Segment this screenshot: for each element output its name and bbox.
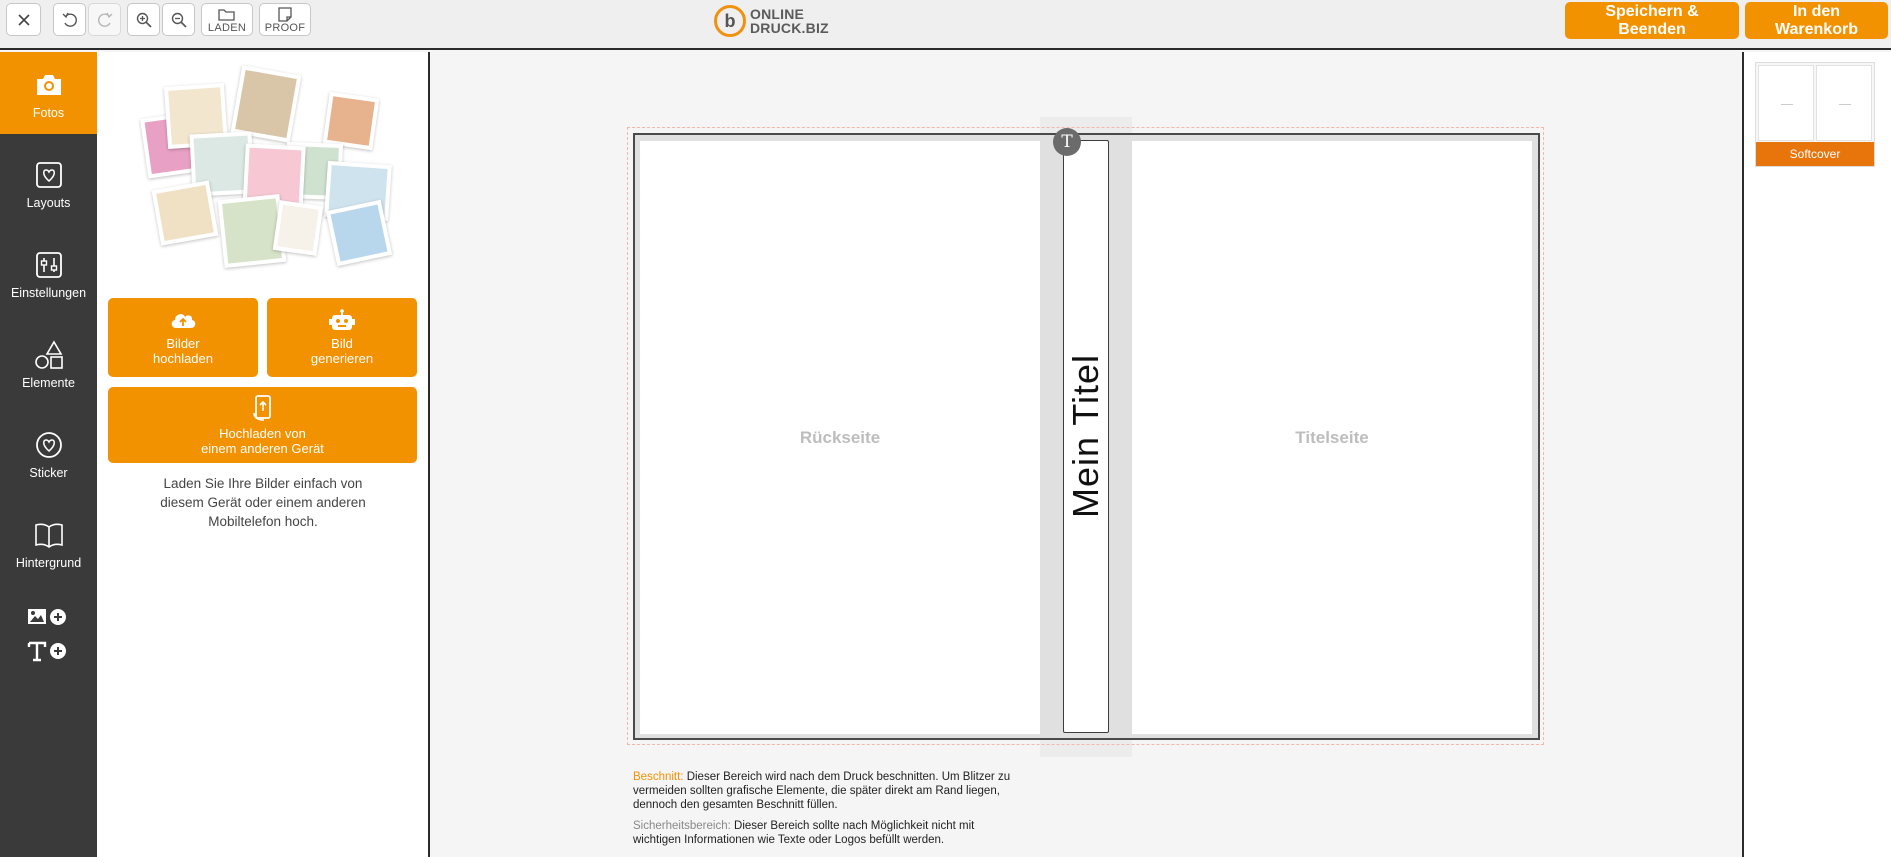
safety-note-key: Sicherheitsbereich:: [633, 820, 731, 832]
proof-button[interactable]: PROOF: [259, 3, 311, 36]
save-and-exit-button[interactable]: Speichern & Beenden: [1565, 2, 1739, 39]
bleed-note-text2: vermeiden sollten grafische Elemente, di…: [633, 785, 1000, 797]
other-device-label-line2: einem anderen Gerät: [201, 440, 324, 456]
load-button[interactable]: LADEN: [201, 3, 253, 36]
sidebar-item-fotos[interactable]: Fotos: [0, 52, 97, 134]
sidebar-item-label: Hintergrund: [15, 556, 82, 570]
page-thumbnail[interactable]: Softcover: [1755, 62, 1875, 167]
sticker-icon: [35, 432, 62, 458]
camera-icon: [36, 75, 61, 95]
generate-label-line2: generieren: [310, 351, 374, 366]
front-page-label: Titelseite: [1295, 427, 1369, 447]
front-page[interactable]: Titelseite: [1132, 141, 1532, 734]
text-handle-icon[interactable]: T: [1053, 128, 1081, 156]
settings-icon: [35, 252, 62, 278]
sidebar-item-label: Fotos: [32, 106, 65, 120]
zoom-in-icon: [136, 12, 152, 28]
bleed-note-text1: Dieser Bereich wird nach dem Druck besch…: [683, 771, 1011, 783]
sidebar-item-label: Elemente: [22, 376, 75, 390]
upload-label-line2: hochladen: [153, 351, 213, 366]
zoom-out-icon: [171, 12, 187, 28]
safety-note-text1: Dieser Bereich sollte nach Möglichkeit n…: [730, 820, 975, 832]
logo-icon: b: [714, 5, 746, 37]
undo-icon: [62, 12, 77, 27]
description-line1: Laden Sie Ihre Bilder einfach von: [163, 476, 363, 491]
zoom-in-button[interactable]: [127, 3, 160, 36]
upload-images-button[interactable]: Bilder hochladen: [108, 298, 258, 377]
add-image-icon: [28, 609, 66, 625]
cloud-upload-icon: [171, 314, 196, 328]
spine-title[interactable]: Mein Titel: [1065, 354, 1107, 518]
sidebar-item-einstellungen[interactable]: Einstellungen: [0, 232, 97, 314]
sidebar: Fotos Layouts Einstellungen Elemente Sti…: [0, 52, 97, 857]
redo-icon: [97, 12, 112, 27]
description-line2: diesem Gerät oder einem anderen: [160, 495, 366, 510]
close-button[interactable]: [6, 3, 41, 36]
description-line3: Mobiltelefon hoch.: [208, 514, 318, 529]
safety-note-text2: wichtigen Informationen wie Texte oder L…: [633, 834, 945, 846]
bleed-note-text3: dennoch den gesamten Beschnitt füllen.: [633, 799, 838, 811]
sidebar-item-label: Layouts: [26, 196, 71, 210]
bleed-note: Beschnitt: Dieser Bereich wird nach dem …: [633, 770, 1063, 812]
folder-icon: [218, 9, 235, 21]
load-label: LADEN: [207, 22, 247, 34]
add-image-button[interactable]: [27, 607, 69, 632]
sidebar-item-label: Sticker: [29, 466, 68, 480]
upload-label-line1: Bilder: [166, 336, 200, 351]
sidebar-item-elemente[interactable]: Elemente: [0, 322, 97, 404]
add-text-button[interactable]: [27, 640, 69, 667]
sidebar-item-layouts[interactable]: Layouts: [0, 142, 97, 224]
top-toolbar: LADEN PROOF b ONLINE DRUCK.BIZ Speichern…: [0, 0, 1891, 50]
upload-description: Laden Sie Ihre Bilder einfach von diesem…: [108, 474, 418, 531]
bleed-note-key: Beschnitt:: [633, 771, 684, 783]
thumbnail-caption: Softcover: [1756, 142, 1874, 166]
document-icon: [278, 7, 292, 22]
logo: b ONLINE DRUCK.BIZ: [714, 3, 829, 39]
undo-button[interactable]: [53, 3, 86, 36]
generate-image-button[interactable]: Bild generieren: [267, 298, 417, 377]
robot-icon: [329, 309, 355, 330]
sidebar-item-hintergrund[interactable]: Hintergrund: [0, 502, 97, 584]
add-text-icon: [27, 641, 66, 662]
safety-note: Sicherheitsbereich: Dieser Bereich sollt…: [633, 819, 1063, 847]
book-icon: [34, 523, 63, 548]
other-device-label-line1: Hochladen von: [219, 425, 306, 441]
close-icon: [17, 13, 30, 26]
add-to-cart-button[interactable]: In den Warenkorb: [1745, 2, 1888, 39]
logo-line1: ONLINE: [750, 6, 805, 22]
sidebar-item-sticker[interactable]: Sticker: [0, 412, 97, 494]
logo-line2: DRUCK.BIZ: [750, 20, 829, 36]
shapes-icon: [34, 340, 63, 369]
phone-upload-icon: [252, 394, 271, 421]
back-page[interactable]: Rückseite: [640, 141, 1040, 734]
layout-icon: [35, 162, 62, 188]
pages-panel: [1742, 52, 1891, 857]
back-page-label: Rückseite: [799, 427, 881, 447]
generate-label-line1: Bild: [331, 336, 353, 351]
zoom-out-button[interactable]: [162, 3, 195, 36]
proof-label: PROOF: [264, 22, 306, 34]
upload-from-other-device-button[interactable]: Hochladen von einem anderen Gerät: [108, 387, 417, 463]
sidebar-item-label: Einstellungen: [10, 286, 87, 300]
photos-illustration: [136, 65, 401, 275]
redo-button[interactable]: [88, 3, 121, 36]
